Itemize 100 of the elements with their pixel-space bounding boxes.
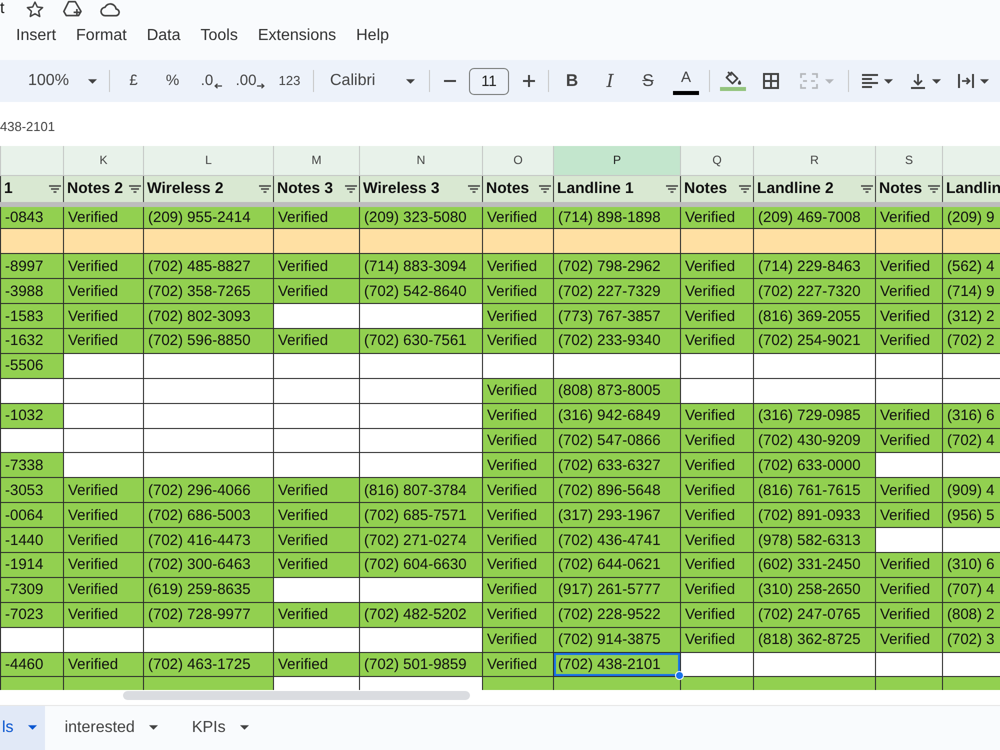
table-cell: (312) 2	[942, 304, 1000, 328]
table-cell: (702) 685-7571	[360, 502, 482, 528]
table-cell: Verified	[482, 528, 554, 552]
column-header[interactable]: Q	[680, 146, 754, 175]
table-cell: Verified	[64, 478, 144, 503]
table-cell: Verified	[274, 652, 360, 677]
caret-icon	[825, 78, 834, 84]
filter-icon[interactable]	[468, 184, 480, 192]
bold-button[interactable]: B	[553, 66, 591, 96]
zoom-dropdown[interactable]: 100%	[20, 66, 105, 96]
cloud-icon[interactable]	[100, 1, 120, 17]
horizontal-scrollbar[interactable]	[123, 690, 470, 700]
column-header[interactable]: L	[144, 146, 274, 175]
table-cell: Verified	[876, 403, 942, 428]
sheet-tab[interactable]: ls	[0, 706, 45, 750]
table-cell: Verified	[680, 602, 754, 628]
filter-icon[interactable]	[129, 184, 141, 192]
table-cell: (619) 259-8635	[144, 577, 274, 602]
table-cell: Verified	[680, 552, 754, 578]
filter-icon[interactable]	[539, 184, 551, 192]
table-cell: -3988	[0, 278, 64, 304]
table-cell: Verified	[680, 428, 754, 453]
text-color-button[interactable]: A	[667, 66, 705, 96]
column-title: 1	[4, 178, 13, 199]
menu-item[interactable]: Data	[136, 23, 190, 49]
table-cell: Verified	[680, 577, 754, 602]
paint-bucket-icon	[724, 71, 742, 86]
table-cell: -3053	[0, 478, 64, 503]
column-header[interactable]: O	[482, 146, 554, 175]
filter-icon[interactable]	[345, 184, 357, 192]
sheet-tab[interactable]: interested	[50, 706, 172, 750]
filter-icon[interactable]	[739, 184, 751, 192]
table-cell: (702) 463-1725	[144, 652, 274, 677]
table-cell: (702) 501-9859	[360, 652, 482, 677]
table-cell: (816) 761-7615	[754, 478, 876, 503]
table-cell: Verified	[876, 428, 942, 453]
menu-item[interactable]: Insert	[6, 23, 66, 49]
table-cell: Verified	[274, 328, 360, 354]
strikethrough-button[interactable]: S	[629, 66, 667, 96]
caret-icon	[240, 725, 249, 730]
caret-icon	[406, 78, 415, 84]
filter-icon[interactable]	[49, 184, 61, 192]
table-cell: (310) 6	[942, 552, 1000, 578]
table-cell: (702) 227-7320	[754, 278, 876, 304]
table-cell: (702) 485-8827	[144, 254, 274, 279]
column-title: Notes	[684, 178, 728, 199]
filter-icon[interactable]	[861, 184, 873, 192]
table-cell: (562) 4	[942, 254, 1000, 279]
table-cell: (702) 296-4066	[144, 478, 274, 503]
italic-button[interactable]: I	[591, 66, 629, 96]
star-icon[interactable]	[26, 0, 44, 18]
table-cell: Verified	[680, 502, 754, 528]
table-cell: (702) 728-9977	[144, 602, 274, 628]
arrow-left-icon	[214, 83, 222, 89]
column-header[interactable]: R	[754, 146, 876, 175]
table-cell: (702) 914-3875	[554, 627, 680, 652]
column-header[interactable]: P	[554, 146, 680, 175]
table-cell: (808) 873-8005	[554, 378, 680, 404]
table-cell: -1914	[0, 552, 64, 578]
table-cell: Verified	[876, 552, 942, 578]
table-cell: Verified	[64, 254, 144, 279]
table-cell: Verified	[274, 478, 360, 503]
table-cell: (816) 369-2055	[754, 304, 876, 328]
formula-field[interactable]: 438-2101	[0, 102, 1000, 146]
column-header[interactable]: K	[64, 146, 144, 175]
caret-icon	[980, 78, 988, 84]
menu-item[interactable]: Help	[346, 23, 400, 49]
menu-item[interactable]: Tools	[190, 23, 248, 49]
font-dropdown[interactable]: Calibri	[318, 66, 425, 96]
table-cell: (310) 258-2650	[754, 577, 876, 602]
table-cell: (702) 233-9340	[554, 328, 680, 354]
filter-icon[interactable]	[928, 184, 940, 192]
more-formats-button[interactable]: 123	[270, 66, 309, 96]
currency-button[interactable]: £	[114, 66, 153, 96]
table-cell: (702) 3	[942, 627, 1000, 652]
table-cell: Verified	[876, 254, 942, 279]
sheet-tab[interactable]: KPIs	[178, 706, 263, 750]
menu-item[interactable]: Format	[66, 23, 137, 49]
table-cell: Verified	[64, 328, 144, 354]
table-cell: Verified	[64, 304, 144, 328]
font-size-field[interactable]: 11	[469, 68, 509, 94]
column-header[interactable]: N	[360, 146, 482, 175]
column-title: Wireless 3	[363, 178, 440, 199]
table-cell: (317) 293-1967	[554, 502, 680, 528]
table-cell: (702) 686-5003	[144, 502, 274, 528]
triangle-plus-icon[interactable]	[62, 0, 82, 18]
column-header[interactable]: M	[274, 146, 360, 175]
decrease-decimals-button[interactable]: .0	[192, 66, 231, 96]
table-cell: Verified	[876, 278, 942, 304]
filter-icon[interactable]	[666, 184, 678, 192]
column-header[interactable]: S	[876, 146, 942, 175]
table-cell: (702) 4	[942, 428, 1000, 453]
table-cell: (702) 416-4473	[144, 528, 274, 552]
menu-item[interactable]: Extensions	[248, 23, 346, 49]
filter-icon[interactable]	[259, 184, 271, 192]
table-cell: Verified	[64, 652, 144, 677]
percent-button[interactable]: %	[153, 66, 192, 96]
table-cell: Verified	[482, 328, 554, 354]
arrow-right-icon	[257, 83, 266, 89]
increase-decimals-button[interactable]: .00	[231, 66, 270, 96]
